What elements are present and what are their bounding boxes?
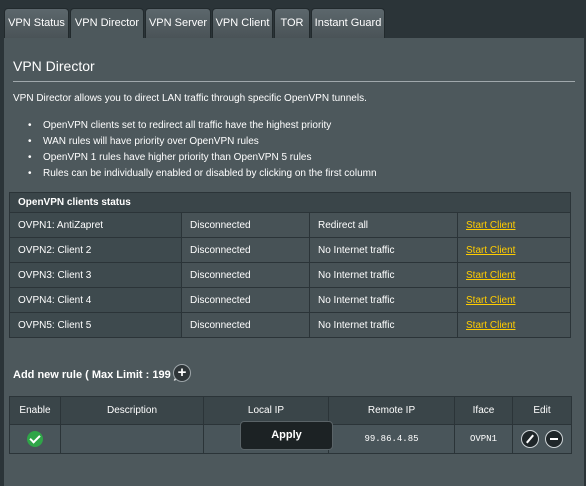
client-name: OVPN1: AntiZapret [9, 212, 182, 238]
client-mode: No Internet traffic [309, 312, 458, 338]
table-row: OVPN5: Client 5 Disconnected No Internet… [9, 312, 571, 338]
tab-vpn-director[interactable]: VPN Director [70, 8, 144, 39]
page-title: VPN Director [13, 58, 95, 74]
client-mode: Redirect all [309, 212, 458, 238]
status-table-header: OpenVPN clients status [9, 192, 571, 213]
apply-button[interactable]: Apply [240, 421, 333, 450]
start-client-link[interactable]: Start Client [466, 245, 515, 256]
client-mode: No Internet traffic [309, 287, 458, 313]
add-rule-label: Add new rule ( Max Limit : 199 ) [13, 369, 178, 381]
client-state: Disconnected [181, 262, 310, 288]
client-mode: No Internet traffic [309, 262, 458, 288]
minus-icon[interactable] [545, 430, 563, 448]
start-client-link[interactable]: Start Client [466, 295, 515, 306]
checkmark-icon[interactable] [27, 431, 43, 447]
client-state: Disconnected [181, 212, 310, 238]
openvpn-status-table: OpenVPN clients status OVPN1: AntiZapret… [9, 192, 571, 338]
client-name: OVPN4: Client 4 [9, 287, 182, 313]
client-state: Disconnected [181, 237, 310, 263]
info-item: OpenVPN clients set to redirect all traf… [28, 118, 377, 134]
tab-vpn-server[interactable]: VPN Server [145, 8, 211, 38]
column-header-iface: Iface [454, 396, 513, 425]
client-name: OVPN2: Client 2 [9, 237, 182, 263]
add-rule-button[interactable]: + [173, 364, 191, 382]
column-header-edit: Edit [512, 396, 572, 425]
table-row: OVPN4: Client 4 Disconnected No Internet… [9, 287, 571, 313]
column-header-description: Description [60, 396, 204, 425]
rule-remote-ip: 99.86.4.85 [328, 424, 455, 454]
title-divider [13, 81, 575, 82]
table-row: OVPN1: AntiZapret Disconnected Redirect … [9, 212, 571, 238]
enable-cell[interactable] [9, 424, 61, 454]
start-client-link[interactable]: Start Client [466, 270, 515, 281]
table-row: OVPN2: Client 2 Disconnected No Internet… [9, 237, 571, 263]
client-state: Disconnected [181, 287, 310, 313]
tab-vpn-client[interactable]: VPN Client [212, 8, 273, 38]
pencil-icon[interactable] [521, 430, 539, 448]
client-name: OVPN5: Client 5 [9, 312, 182, 338]
rule-edit-cell [512, 424, 572, 454]
rule-description [60, 424, 204, 454]
column-header-enable: Enable [9, 396, 61, 425]
info-item: WAN rules will have priority over OpenVP… [28, 134, 377, 150]
rule-iface: OVPN1 [454, 424, 513, 454]
info-item: Rules can be individually enabled or dis… [28, 166, 377, 182]
info-list: OpenVPN clients set to redirect all traf… [28, 118, 377, 182]
tab-vpn-status[interactable]: VPN Status [4, 8, 69, 38]
tab-tor[interactable]: TOR [274, 8, 310, 38]
start-client-link[interactable]: Start Client [466, 320, 515, 331]
start-client-link[interactable]: Start Client [466, 220, 515, 231]
client-mode: No Internet traffic [309, 237, 458, 263]
tab-instant-guard[interactable]: Instant Guard [311, 8, 385, 38]
client-name: OVPN3: Client 3 [9, 262, 182, 288]
vpn-director-panel: VPN Director VPN Director allows you to … [4, 38, 584, 486]
info-item: OpenVPN 1 rules have higher priority tha… [28, 150, 377, 166]
page-description: VPN Director allows you to direct LAN tr… [13, 93, 367, 104]
client-state: Disconnected [181, 312, 310, 338]
table-row: OVPN3: Client 3 Disconnected No Internet… [9, 262, 571, 288]
column-header-remote-ip: Remote IP [328, 396, 455, 425]
